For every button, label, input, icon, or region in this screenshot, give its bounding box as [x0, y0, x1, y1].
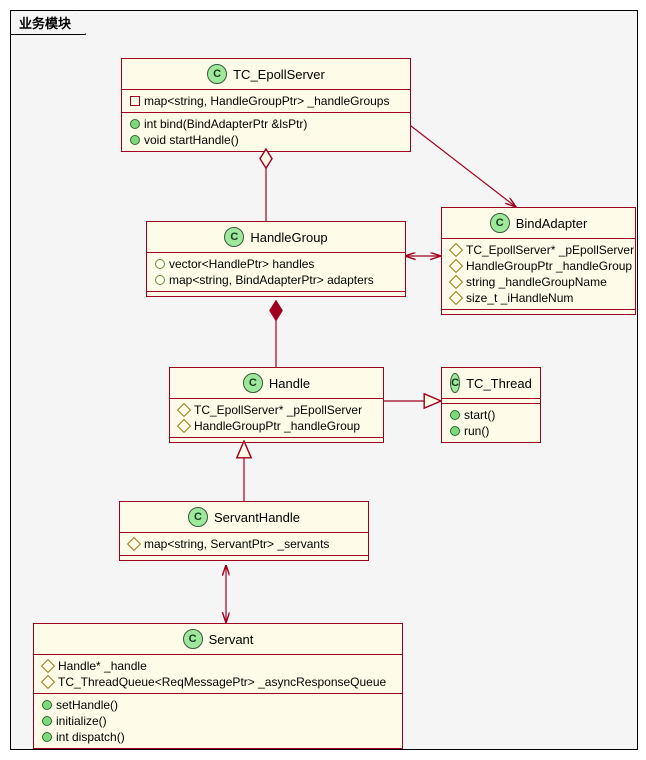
attr-text: TC_ThreadQueue<ReqMessagePtr> _asyncResp…	[58, 675, 386, 689]
attr-text: TC_EpollServer* _pEpollServer	[466, 243, 634, 257]
vis-hollow-icon	[155, 275, 165, 285]
attr-text: map<string, HandleGroupPtr> _handleGroup…	[144, 94, 389, 108]
attr-row: TC_EpollServer* _pEpollServer	[450, 242, 627, 258]
class-servanthandle: C ServantHandle map<string, ServantPtr> …	[119, 501, 369, 561]
attr-text: vector<HandlePtr> handles	[169, 257, 314, 271]
attr-row: HandleGroupPtr _handleGroup	[178, 418, 375, 434]
attr-row: TC_EpollServer* _pEpollServer	[178, 402, 375, 418]
op-text: setHandle()	[56, 698, 118, 712]
attr-text: TC_EpollServer* _pEpollServer	[194, 403, 362, 417]
class-handle: C Handle TC_EpollServer* _pEpollServer H…	[169, 367, 384, 443]
vis-diamond-icon	[449, 291, 463, 305]
op-text: int bind(BindAdapterPtr &lsPtr)	[144, 117, 307, 131]
class-icon: C	[450, 373, 460, 393]
op-row: start()	[450, 407, 532, 423]
vis-public-icon	[130, 135, 140, 145]
op-row: initialize()	[42, 713, 394, 729]
class-tc-thread: C TC_Thread start() run()	[441, 367, 541, 443]
class-name: ServantHandle	[214, 510, 300, 525]
attr-row: HandleGroupPtr _handleGroup	[450, 258, 627, 274]
attr-text: HandleGroupPtr _handleGroup	[194, 419, 360, 433]
class-icon: C	[224, 227, 244, 247]
class-icon: C	[490, 213, 510, 233]
vis-diamond-icon	[41, 675, 55, 689]
op-text: int dispatch()	[56, 730, 125, 744]
package-frame: 业务模块 C TC_EpollServer map<string, Handle…	[10, 10, 638, 750]
package-title: 业务模块	[10, 10, 86, 35]
op-row: int bind(BindAdapterPtr &lsPtr)	[130, 116, 402, 132]
vis-public-icon	[450, 426, 460, 436]
vis-diamond-icon	[41, 659, 55, 673]
attr-row: map<string, BindAdapterPtr> adapters	[155, 272, 397, 288]
class-icon: C	[183, 629, 203, 649]
ops-section: start() run()	[442, 404, 540, 442]
class-name: HandleGroup	[250, 230, 327, 245]
attr-text: map<string, BindAdapterPtr> adapters	[169, 273, 374, 287]
attr-row: TC_ThreadQueue<ReqMessagePtr> _asyncResp…	[42, 674, 394, 690]
vis-public-icon	[42, 732, 52, 742]
attrs-section: vector<HandlePtr> handles map<string, Bi…	[147, 253, 405, 292]
ops-section: setHandle() initialize() int dispatch()	[34, 694, 402, 748]
vis-diamond-icon	[127, 537, 141, 551]
attr-row: map<string, HandleGroupPtr> _handleGroup…	[130, 93, 402, 109]
class-name: TC_Thread	[466, 376, 532, 391]
vis-public-icon	[42, 700, 52, 710]
vis-diamond-icon	[177, 419, 191, 433]
class-tc-epollserver: C TC_EpollServer map<string, HandleGroup…	[121, 58, 411, 152]
vis-diamond-icon	[177, 403, 191, 417]
op-text: start()	[464, 408, 495, 422]
op-row: setHandle()	[42, 697, 394, 713]
class-name: TC_EpollServer	[233, 67, 325, 82]
class-servant: C Servant Handle* _handle TC_ThreadQueue…	[33, 623, 403, 749]
class-handlegroup: C HandleGroup vector<HandlePtr> handles …	[146, 221, 406, 297]
op-row: void startHandle()	[130, 132, 402, 148]
attrs-section: TC_EpollServer* _pEpollServer HandleGrou…	[442, 239, 635, 310]
attr-text: map<string, ServantPtr> _servants	[144, 537, 329, 551]
vis-public-icon	[450, 410, 460, 420]
attr-row: vector<HandlePtr> handles	[155, 256, 397, 272]
ops-section	[170, 438, 383, 442]
ops-section	[120, 556, 368, 560]
vis-public-icon	[130, 119, 140, 129]
ops-section	[442, 310, 635, 314]
vis-private-icon	[130, 96, 140, 106]
vis-diamond-icon	[449, 275, 463, 289]
assoc-epollserver-bindadapter	[411, 126, 516, 207]
attrs-section: TC_EpollServer* _pEpollServer HandleGrou…	[170, 399, 383, 438]
class-icon: C	[188, 507, 208, 527]
vis-diamond-icon	[449, 259, 463, 273]
op-row: run()	[450, 423, 532, 439]
attr-text: HandleGroupPtr _handleGroup	[466, 259, 632, 273]
ops-section	[147, 292, 405, 296]
vis-diamond-icon	[449, 243, 463, 257]
op-row: int dispatch()	[42, 729, 394, 745]
op-text: void startHandle()	[144, 133, 239, 147]
attrs-section: map<string, ServantPtr> _servants	[120, 533, 368, 556]
attr-text: Handle* _handle	[58, 659, 147, 673]
class-bindadapter: C BindAdapter TC_EpollServer* _pEpollSer…	[441, 207, 636, 315]
class-name: Servant	[209, 632, 254, 647]
class-name: BindAdapter	[516, 216, 588, 231]
op-text: run()	[464, 424, 489, 438]
vis-hollow-icon	[155, 259, 165, 269]
attrs-section: map<string, HandleGroupPtr> _handleGroup…	[122, 90, 410, 113]
class-icon: C	[207, 64, 227, 84]
class-icon: C	[243, 373, 263, 393]
vis-public-icon	[42, 716, 52, 726]
op-text: initialize()	[56, 714, 107, 728]
attr-row: string _handleGroupName	[450, 274, 627, 290]
attrs-section: Handle* _handle TC_ThreadQueue<ReqMessag…	[34, 655, 402, 694]
class-name: Handle	[269, 376, 310, 391]
attr-text: size_t _iHandleNum	[466, 291, 573, 305]
attr-row: map<string, ServantPtr> _servants	[128, 536, 360, 552]
attr-row: size_t _iHandleNum	[450, 290, 627, 306]
ops-section: int bind(BindAdapterPtr &lsPtr) void sta…	[122, 113, 410, 151]
attr-text: string _handleGroupName	[466, 275, 607, 289]
attr-row: Handle* _handle	[42, 658, 394, 674]
